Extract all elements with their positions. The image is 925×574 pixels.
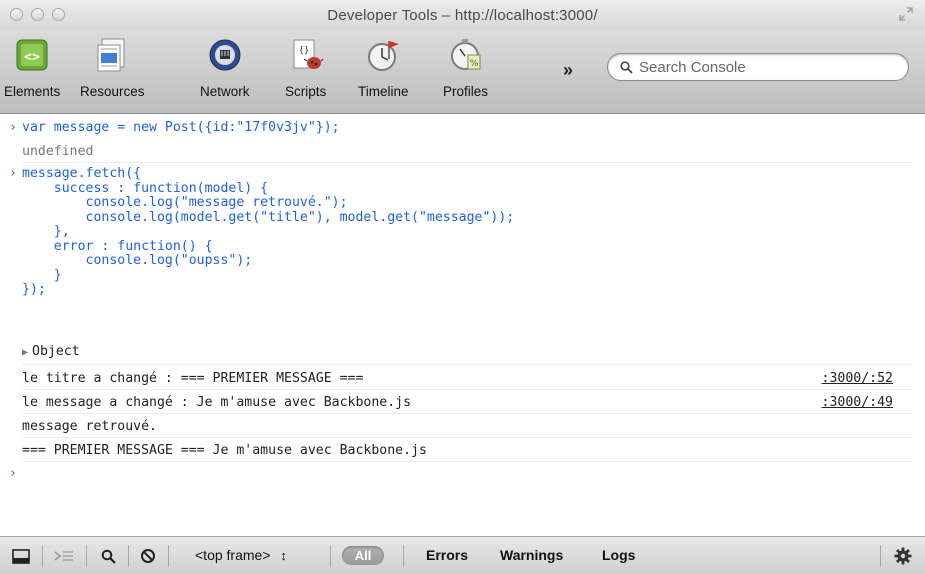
log-source-link[interactable]: :3000/:49 <box>822 395 893 410</box>
entry-divider <box>21 162 913 163</box>
title-bar: Developer Tools – http://localhost:3000/ <box>0 0 925 30</box>
settings-button[interactable] <box>893 547 913 565</box>
tab-elements[interactable]: <> Elements <box>4 36 60 99</box>
scripts-icon: {} <box>287 36 325 74</box>
prompt-icon: › <box>9 120 17 135</box>
timeline-icon <box>364 36 402 74</box>
log-message: === PREMIER MESSAGE === Je m'amuse avec … <box>22 443 427 458</box>
resources-icon <box>93 36 131 74</box>
status-divider <box>128 545 129 567</box>
command-text: message.fetch({ success : function(model… <box>22 166 515 297</box>
window-title: Developer Tools – http://localhost:3000/ <box>327 6 598 24</box>
object-label: Object <box>32 344 80 359</box>
filter-all-button[interactable]: All <box>342 546 384 565</box>
elements-icon: <> <box>13 36 51 74</box>
status-divider <box>330 545 331 567</box>
log-message: le message a changé : Je m'amuse avec Ba… <box>22 395 412 410</box>
log-divider <box>21 461 913 462</box>
status-divider <box>168 545 169 567</box>
network-icon <box>206 36 244 74</box>
prompt-icon: › <box>9 466 17 481</box>
tab-timeline-label: Timeline <box>358 84 409 99</box>
tab-resources[interactable]: Resources <box>80 36 145 99</box>
log-source-link[interactable]: :3000/:52 <box>822 371 893 386</box>
status-divider <box>403 545 404 567</box>
status-divider <box>42 545 43 567</box>
tab-scripts-label: Scripts <box>285 84 327 99</box>
clear-console-button[interactable] <box>138 547 158 565</box>
svg-text:{}: {} <box>298 46 309 56</box>
window-controls <box>10 8 65 21</box>
tab-scripts[interactable]: {} Scripts <box>285 36 326 99</box>
inspect-search-button[interactable] <box>98 547 118 565</box>
close-window-button[interactable] <box>10 8 23 21</box>
console-prompt-icon <box>54 551 73 561</box>
log-divider <box>21 413 913 414</box>
magnifier-icon <box>101 549 116 564</box>
minimize-window-button[interactable] <box>31 8 44 21</box>
tab-elements-label: Elements <box>4 84 61 99</box>
filter-logs-button[interactable]: Logs <box>602 547 635 563</box>
dock-icon <box>12 548 30 564</box>
gear-icon <box>894 547 912 565</box>
filter-errors-button[interactable]: Errors <box>426 547 468 563</box>
console-panel[interactable]: › var message = new Post({id:"17f0v3jv"}… <box>0 115 925 536</box>
fullscreen-icon[interactable] <box>899 7 913 21</box>
filter-warnings-button[interactable]: Warnings <box>500 547 563 563</box>
tab-network[interactable]: Network <box>200 36 250 99</box>
search-console-input[interactable] <box>639 58 889 76</box>
dock-toggle-button[interactable] <box>11 547 31 565</box>
search-icon <box>620 60 633 74</box>
panel-toolbar: <> Elements Resources Network {} Scripts… <box>0 30 925 114</box>
log-message: message retrouvé. <box>22 419 157 434</box>
tab-profiles[interactable]: % Profiles <box>443 36 488 99</box>
log-message: le titre a changé : === PREMIER MESSAGE … <box>22 371 364 386</box>
log-divider <box>21 389 913 390</box>
tab-timeline[interactable]: Timeline <box>358 36 409 99</box>
status-divider <box>880 545 881 567</box>
frame-selector[interactable]: <top frame> ↕ <box>195 547 287 563</box>
disclosure-triangle-icon[interactable]: ▶ <box>22 347 28 358</box>
chevron-updown-icon: ↕ <box>280 548 287 563</box>
frame-selector-value: <top frame> <box>195 547 271 563</box>
profiles-icon: % <box>447 36 485 74</box>
command-result: undefined <box>22 144 94 159</box>
log-divider <box>21 437 913 438</box>
prompt-icon: › <box>9 166 17 181</box>
svg-text:%: % <box>469 59 478 69</box>
more-panels-button[interactable]: » <box>563 60 573 81</box>
zoom-window-button[interactable] <box>52 8 65 21</box>
search-console-field[interactable] <box>607 53 909 81</box>
console-drawer-button[interactable] <box>52 547 76 565</box>
tab-network-label: Network <box>200 84 250 99</box>
entry-divider <box>21 364 913 365</box>
tab-profiles-label: Profiles <box>443 84 489 99</box>
status-bar: <top frame> ↕ All Errors Warnings Logs <box>0 536 925 574</box>
tab-resources-label: Resources <box>80 84 145 99</box>
svg-text:<>: <> <box>24 50 40 65</box>
clear-icon <box>141 549 155 563</box>
command-text: var message = new Post({id:"17f0v3jv"}); <box>22 120 340 135</box>
status-divider <box>86 545 87 567</box>
object-result[interactable]: ▶ Object <box>22 344 80 359</box>
